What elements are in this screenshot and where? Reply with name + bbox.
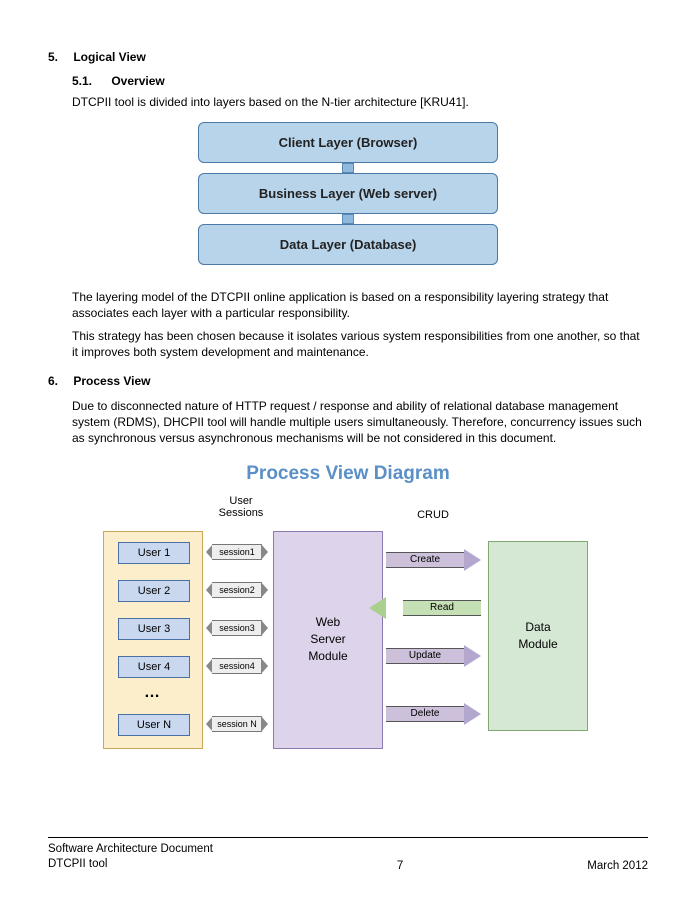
business-layer-box: Business Layer (Web server) <box>198 173 498 214</box>
crud-create-arrow: Create <box>386 549 481 571</box>
footer-left: Software Architecture Document DTCPII to… <box>48 842 213 872</box>
section-6-title: Process View <box>73 374 150 388</box>
section-6-heading: 6. Process View <box>48 374 648 388</box>
sessions-label: User Sessions <box>211 495 271 519</box>
data-module-label: Data Module <box>518 619 557 653</box>
web-server-module: Web Server Module <box>273 531 383 749</box>
session-label: session4 <box>212 658 262 674</box>
layer-connector <box>342 214 354 224</box>
crud-label: Update <box>386 648 464 664</box>
section-6-para: Due to disconnected nature of HTTP reque… <box>72 398 648 447</box>
crud-read-arrow: Read <box>386 597 481 619</box>
process-view-title: Process View Diagram <box>48 463 648 485</box>
users-container: User 1 User 2 User 3 User 4 … User N <box>103 531 203 749</box>
layer-connector <box>342 163 354 173</box>
footer-tool-name: DTCPII tool <box>48 857 213 872</box>
user-box: User 2 <box>118 580 190 602</box>
session-arrow: session1 <box>206 544 268 560</box>
section-5-intro: DTCPII tool is divided into layers based… <box>72 94 648 110</box>
session-arrow: session N <box>206 716 268 732</box>
user-box: User N <box>118 714 190 736</box>
session-label: session2 <box>212 582 262 598</box>
session-arrow: session3 <box>206 620 268 636</box>
crud-delete-arrow: Delete <box>386 703 481 725</box>
crud-label: Delete <box>386 706 464 722</box>
data-layer-box: Data Layer (Database) <box>198 224 498 265</box>
section-6-number: 6. <box>48 374 70 388</box>
process-view-diagram: User Sessions CRUD User 1 User 2 User 3 … <box>93 491 603 751</box>
crud-label: Read <box>403 600 481 616</box>
section-5-para1: The layering model of the DTCPII online … <box>72 289 648 321</box>
user-box: User 4 <box>118 656 190 678</box>
session-arrow: session4 <box>206 658 268 674</box>
client-layer-box: Client Layer (Browser) <box>198 122 498 163</box>
crud-update-arrow: Update <box>386 645 481 667</box>
crud-label: CRUD <box>403 509 463 521</box>
user-box: User 1 <box>118 542 190 564</box>
session-arrow: session2 <box>206 582 268 598</box>
section-5-1-title: Overview <box>111 74 164 88</box>
user-dots: … <box>144 684 163 702</box>
section-5-para2: This strategy has been chosen because it… <box>72 328 648 360</box>
section-5-1-number: 5.1. <box>72 74 108 88</box>
page-footer: Software Architecture Document DTCPII to… <box>48 837 648 872</box>
session-label: session N <box>212 716 262 732</box>
session-label: session3 <box>212 620 262 636</box>
user-box: User 3 <box>118 618 190 640</box>
footer-page-number: 7 <box>397 860 403 872</box>
crud-label: Create <box>386 552 464 568</box>
section-5-heading: 5. Logical View <box>48 50 648 64</box>
layer-diagram: Client Layer (Browser) Business Layer (W… <box>198 122 498 265</box>
session-label: session1 <box>212 544 262 560</box>
footer-date: March 2012 <box>587 860 648 872</box>
web-server-label: Web Server Module <box>308 614 347 664</box>
data-module: Data Module <box>488 541 588 731</box>
section-5-title: Logical View <box>73 50 145 64</box>
footer-doc-title: Software Architecture Document <box>48 842 213 857</box>
section-5-number: 5. <box>48 50 70 64</box>
section-5-1-heading: 5.1. Overview <box>72 74 648 88</box>
